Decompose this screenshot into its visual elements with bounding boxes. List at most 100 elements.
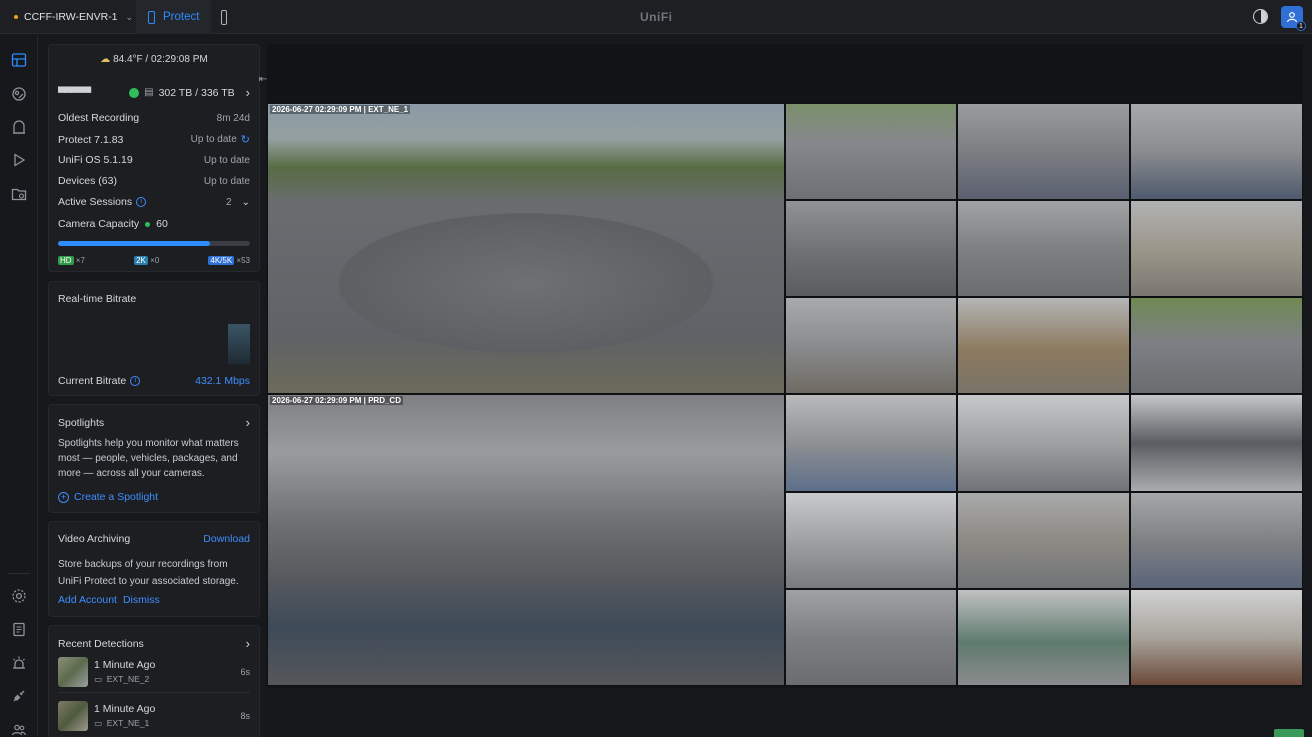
chevron-down-icon: ⌄ <box>125 11 134 22</box>
refresh-icon[interactable]: ↻ <box>241 133 250 146</box>
alarm-manager-icon[interactable] <box>11 119 27 135</box>
app-tab-secondary[interactable] <box>214 0 234 34</box>
camera-tile[interactable] <box>785 589 957 686</box>
detection-time: 1 Minute Ago <box>94 703 156 715</box>
archiving-description: Store backups of your recordings from Un… <box>58 559 239 587</box>
detections-title: Recent Detections <box>58 637 144 650</box>
storage-usage: 302 TB / 336 TB <box>158 86 235 99</box>
capacity-count: 60 <box>156 218 168 230</box>
storage-row[interactable]: ▀▀▀▀▀ ▤ 302 TB / 336 TB › <box>58 85 250 100</box>
archiving-header: Video Archiving Download <box>58 533 250 545</box>
detections-panel: Recent Detections › 1 Minute Ago ▭ EXT_N… <box>48 625 260 737</box>
detection-camera: EXT_NE_2 <box>106 674 150 684</box>
capacity-bar <box>58 241 250 246</box>
detection-duration: 8s <box>240 711 250 721</box>
settings-gear-icon[interactable] <box>11 588 27 604</box>
detection-item[interactable]: 1 Minute Ago ▭ EXT_NE_1 8s <box>58 701 250 737</box>
spotlights-description: Spotlights help you monitor what matters… <box>58 438 239 479</box>
camera-tile[interactable] <box>957 297 1130 394</box>
camera-tile[interactable] <box>1130 589 1303 686</box>
camera-icon <box>148 10 155 24</box>
detections-header[interactable]: Recent Detections › <box>58 636 250 651</box>
status-value: Up to date <box>190 134 237 145</box>
chevron-right-icon: › <box>245 636 250 651</box>
status-panel: ☁ 84.4°F / 02:29:08 PM ▀▀▀▀▀ ▤ 302 TB / … <box>48 44 260 272</box>
dismiss-link[interactable]: Dismiss <box>123 594 160 606</box>
status-label: Oldest Recording <box>58 112 140 124</box>
notification-badge: 1 <box>1296 21 1306 31</box>
app-tab-label: Protect <box>163 11 200 23</box>
camera-tile[interactable] <box>957 200 1130 297</box>
left-nav <box>0 35 38 737</box>
badge-count: ×0 <box>150 256 160 265</box>
download-link[interactable]: Download <box>203 533 250 545</box>
camera-tile[interactable] <box>1130 492 1303 589</box>
badge-4k: 4K/5K <box>208 256 235 265</box>
camera-icon: ▭ <box>94 674 103 684</box>
camera-tile-large[interactable]: 2026-06-27 02:29:09 PM | EXT_NE_1 <box>267 103 785 394</box>
badge-hd: HD <box>58 256 74 265</box>
camera-tile[interactable] <box>1130 200 1303 297</box>
corner-action-button[interactable] <box>1274 729 1304 737</box>
status-value: Up to date <box>203 175 250 187</box>
map-icon[interactable] <box>11 86 27 102</box>
status-value: 2 <box>226 196 232 208</box>
camera-tile-large[interactable]: 2026-06-27 02:29:09 PM | PRD_CD <box>267 394 785 686</box>
capacity-ok-dot <box>145 221 151 227</box>
current-bitrate-value: 432.1 Mbps <box>195 375 250 387</box>
camera-tile[interactable] <box>785 394 957 492</box>
status-label: Protect 7.1.83 <box>58 133 124 146</box>
badge-count: ×53 <box>236 256 250 265</box>
weather-text: 84.4°F / 02:29:08 PM <box>113 54 208 65</box>
camera-tile[interactable] <box>957 103 1130 200</box>
user-icon <box>1286 12 1298 23</box>
status-row-oldest-recording: Oldest Recording 8m 24d <box>58 112 250 124</box>
camera-tile[interactable] <box>785 200 957 297</box>
create-spotlight-button[interactable]: + Create a Spotlight <box>58 491 158 503</box>
chevron-right-icon: › <box>245 415 250 430</box>
camera-tile[interactable] <box>1130 297 1303 394</box>
status-row-active-sessions[interactable]: Active Sessions i 2 ⌄ <box>58 196 250 208</box>
camera-tile[interactable] <box>957 492 1130 589</box>
info-icon[interactable]: i <box>136 197 147 208</box>
user-menu-button[interactable]: 1 <box>1281 6 1306 31</box>
detection-time: 1 Minute Ago <box>94 659 156 671</box>
camera-icon: ▭ <box>94 718 103 728</box>
detection-thumbnail <box>58 657 88 687</box>
integrations-plug-icon[interactable] <box>11 688 27 704</box>
detection-item[interactable]: 1 Minute Ago ▭ EXT_NE_2 6s <box>58 657 250 693</box>
dashboard-grid-icon[interactable] <box>11 52 27 68</box>
theme-toggle-icon[interactable] <box>1253 9 1268 24</box>
status-label: UniFi OS 5.1.19 <box>58 154 133 166</box>
camera-tile[interactable] <box>1130 103 1303 200</box>
site-name: CCFF-IRW-ENVR-1 <box>24 11 118 23</box>
spotlights-header[interactable]: Spotlights › <box>58 415 250 430</box>
play-icon[interactable] <box>11 152 27 168</box>
camera-tile[interactable] <box>957 589 1130 686</box>
bitrate-title: Real-time Bitrate <box>58 293 137 305</box>
camera-tile[interactable] <box>785 103 957 200</box>
app-tab-protect[interactable]: Protect <box>136 0 212 34</box>
camera-timestamp: 2026-06-27 02:29:09 PM | PRD_CD <box>270 396 403 405</box>
camera-tile[interactable] <box>785 492 957 589</box>
info-icon[interactable]: i <box>130 376 141 387</box>
spotlights-panel: Spotlights › Spotlights help you monitor… <box>48 404 260 513</box>
logs-clipboard-icon[interactable] <box>11 621 27 637</box>
users-icon[interactable] <box>11 722 27 737</box>
camera-tile[interactable] <box>1130 394 1303 492</box>
status-value: 8m 24d <box>216 112 250 124</box>
detection-thumbnail <box>58 701 88 731</box>
camera-tile[interactable] <box>957 394 1130 492</box>
camera-tile[interactable] <box>785 297 957 394</box>
status-row-unifi-os: UniFi OS 5.1.19 Up to date <box>58 154 250 166</box>
site-selector[interactable]: CCFF-IRW-ENVR-1 ⌄ <box>6 5 141 29</box>
folder-icon[interactable] <box>11 186 27 202</box>
brand-logo: UniFi <box>640 10 673 24</box>
detection-duration: 6s <box>240 667 250 677</box>
alarm-siren-icon[interactable] <box>11 655 27 671</box>
site-status-dot <box>14 15 18 19</box>
nav-divider <box>8 573 30 574</box>
add-account-link[interactable]: Add Account <box>58 594 117 606</box>
capacity-bar-fill <box>58 241 210 246</box>
spotlights-title: Spotlights <box>58 416 105 429</box>
